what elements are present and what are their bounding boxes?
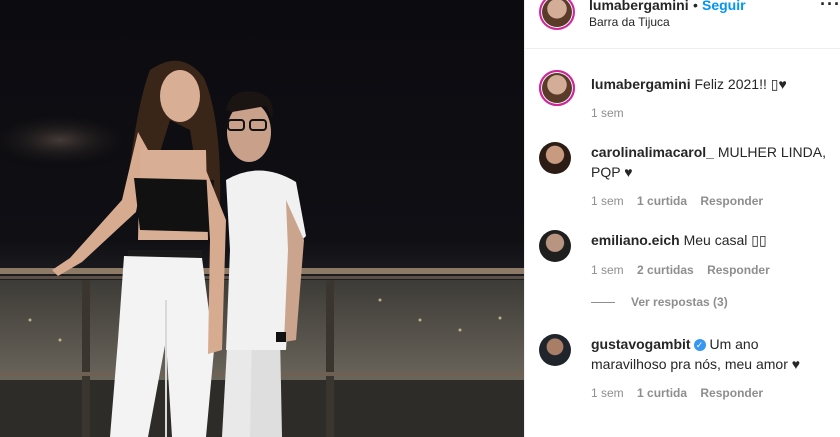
replies-line: [591, 302, 615, 304]
post-header: lumabergamini • Seguir Barra da Tijuca ·…: [525, 0, 840, 49]
author-avatar[interactable]: [539, 0, 575, 30]
comment-avatar[interactable]: [539, 334, 571, 366]
reply-button[interactable]: Responder: [700, 386, 763, 400]
caption-time[interactable]: 1 sem: [591, 106, 624, 120]
caption: lumabergamini Feliz 2021!! ▯♥ 1 sem: [539, 70, 829, 120]
post-side-panel: lumabergamini • Seguir Barra da Tijuca ·…: [524, 0, 840, 437]
comment-item: emiliano.eich Meu casal ▯▯ 1 sem 2 curti…: [539, 230, 829, 280]
comment-username[interactable]: gustavogambit: [591, 336, 691, 352]
comment-time[interactable]: 1 sem: [591, 386, 624, 400]
caption-text: Feliz 2021!! ▯♥: [694, 76, 787, 92]
comment-likes[interactable]: 1 curtida: [637, 386, 687, 400]
comment-likes[interactable]: 2 curtidas: [637, 263, 694, 277]
comment-time[interactable]: 1 sem: [591, 194, 624, 208]
comment-avatar[interactable]: [539, 142, 571, 174]
comment-item: carolinalimacarol_ MULHER LINDA, PQP ♥ 1…: [539, 142, 829, 212]
reply-button[interactable]: Responder: [707, 263, 770, 277]
reply-button[interactable]: Responder: [700, 194, 763, 208]
comment-item: gustavogambit ✓ Um ano maravilhoso pra nó…: [539, 334, 829, 404]
caption-username[interactable]: lumabergamini: [591, 76, 691, 92]
view-replies-button[interactable]: Ver respostas (3): [591, 295, 728, 309]
follow-button[interactable]: Seguir: [702, 0, 746, 13]
post-photo[interactable]: [0, 0, 524, 437]
comment-username[interactable]: emiliano.eich: [591, 232, 680, 248]
separator-dot: •: [693, 0, 698, 13]
comment-likes[interactable]: 1 curtida: [637, 194, 687, 208]
photo-scene: [0, 60, 524, 437]
view-replies-label: Ver respostas (3): [631, 295, 728, 309]
comment-text: Meu casal ▯▯: [683, 232, 767, 248]
comment-avatar[interactable]: [539, 230, 571, 262]
more-options-icon[interactable]: ···: [820, 0, 840, 15]
caption-avatar-image[interactable]: [539, 70, 575, 106]
comment-username[interactable]: carolinalimacarol_: [591, 144, 714, 160]
verified-badge-icon: ✓: [693, 339, 706, 352]
location-link[interactable]: Barra da Tijuca: [589, 15, 670, 29]
comment-time[interactable]: 1 sem: [591, 263, 624, 277]
author-username[interactable]: lumabergamini: [589, 0, 689, 13]
